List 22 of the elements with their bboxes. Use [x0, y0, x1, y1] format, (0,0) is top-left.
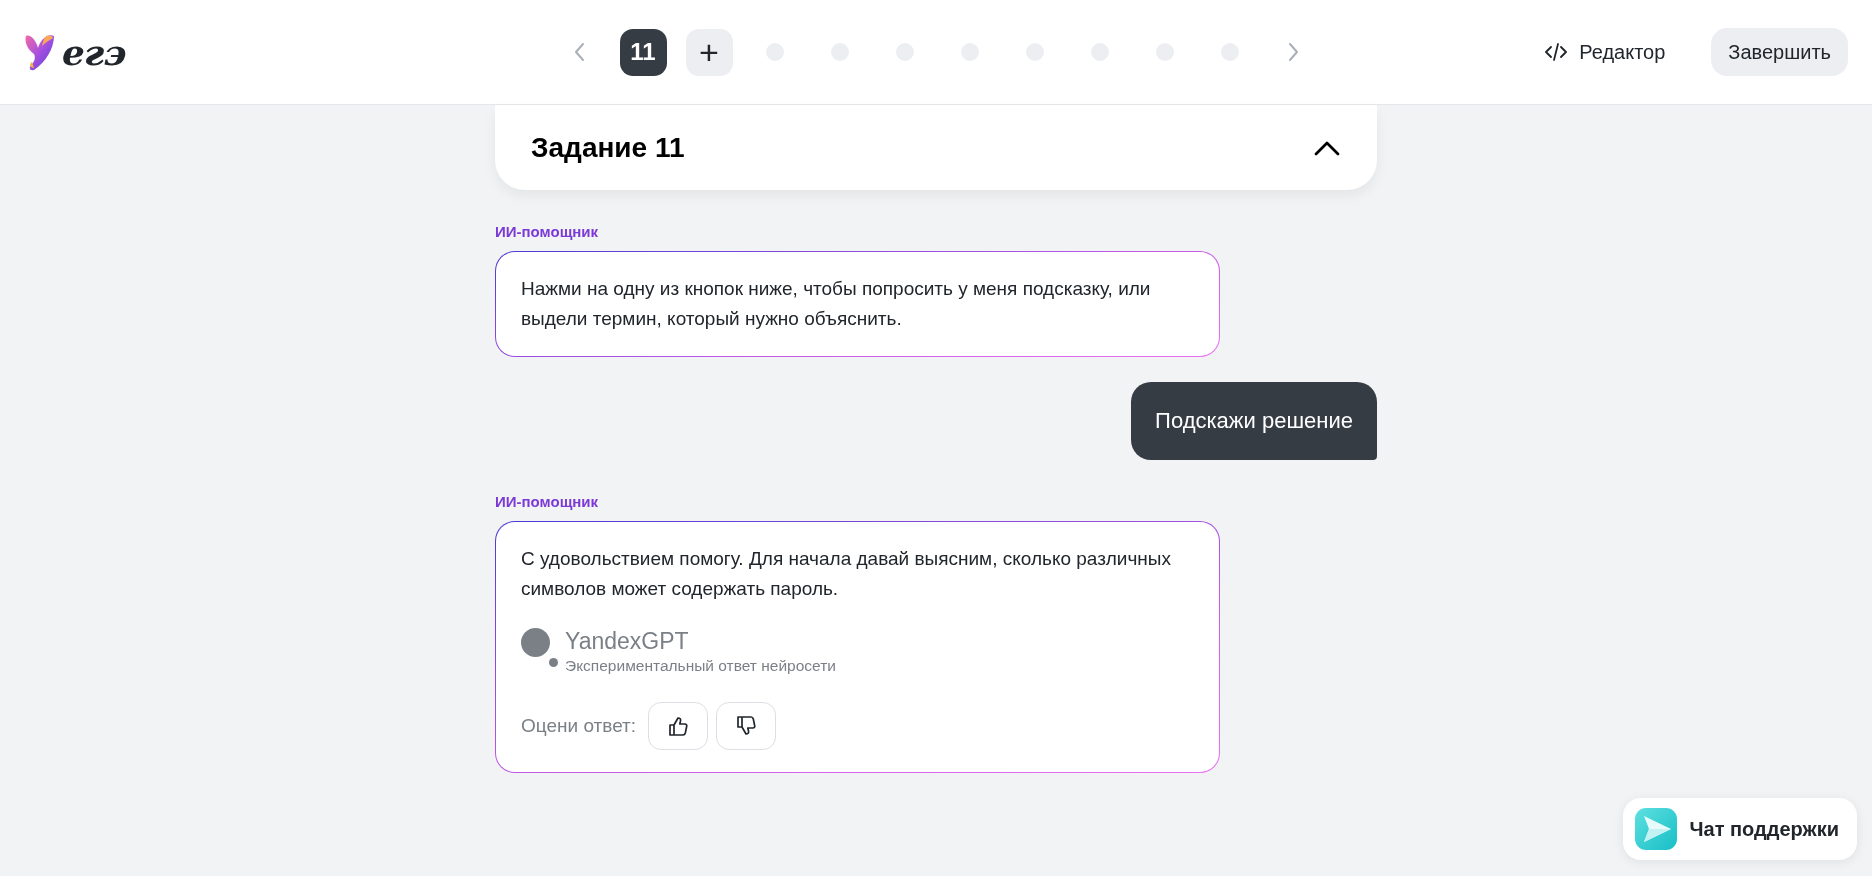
thumbs-up-icon — [667, 715, 690, 737]
add-task-button[interactable]: + — [685, 28, 733, 76]
like-button[interactable] — [648, 702, 709, 750]
user-message: Подскажи решение — [1131, 382, 1377, 460]
logo-icon — [24, 32, 56, 72]
model-note: Экспериментальный ответ нейросети — [565, 656, 837, 676]
task-title: Задание 11 — [531, 131, 685, 164]
editor-link[interactable]: Редактор — [1545, 40, 1666, 64]
message-text: Нажми на одну из кнопок ниже, чтобы попросить у меня подсказку, или выдели термин, который нужно объяснить. — [521, 277, 1152, 331]
code-icon — [1545, 43, 1568, 61]
message-text: С удовольствием помогу. Для начала давай выясним, сколько различных символов может содержать пароль. — [521, 547, 1172, 601]
task-number-tab[interactable]: 11 — [619, 28, 667, 76]
support-chat-button[interactable]: Чат поддержки — [1623, 798, 1857, 860]
thumbs-down-icon — [735, 715, 758, 737]
finish-button[interactable]: Завершить — [1711, 28, 1848, 76]
assistant-label: ИИ-помощник — [495, 493, 599, 510]
rating-label: Оцени ответ: — [521, 715, 637, 737]
paper-plane-icon — [1635, 808, 1678, 850]
logo-text: егэ — [62, 34, 126, 70]
dislike-button[interactable] — [716, 702, 777, 750]
model-name: YandexGPT — [565, 627, 690, 656]
assistant-label: ИИ-помощник — [495, 223, 599, 240]
